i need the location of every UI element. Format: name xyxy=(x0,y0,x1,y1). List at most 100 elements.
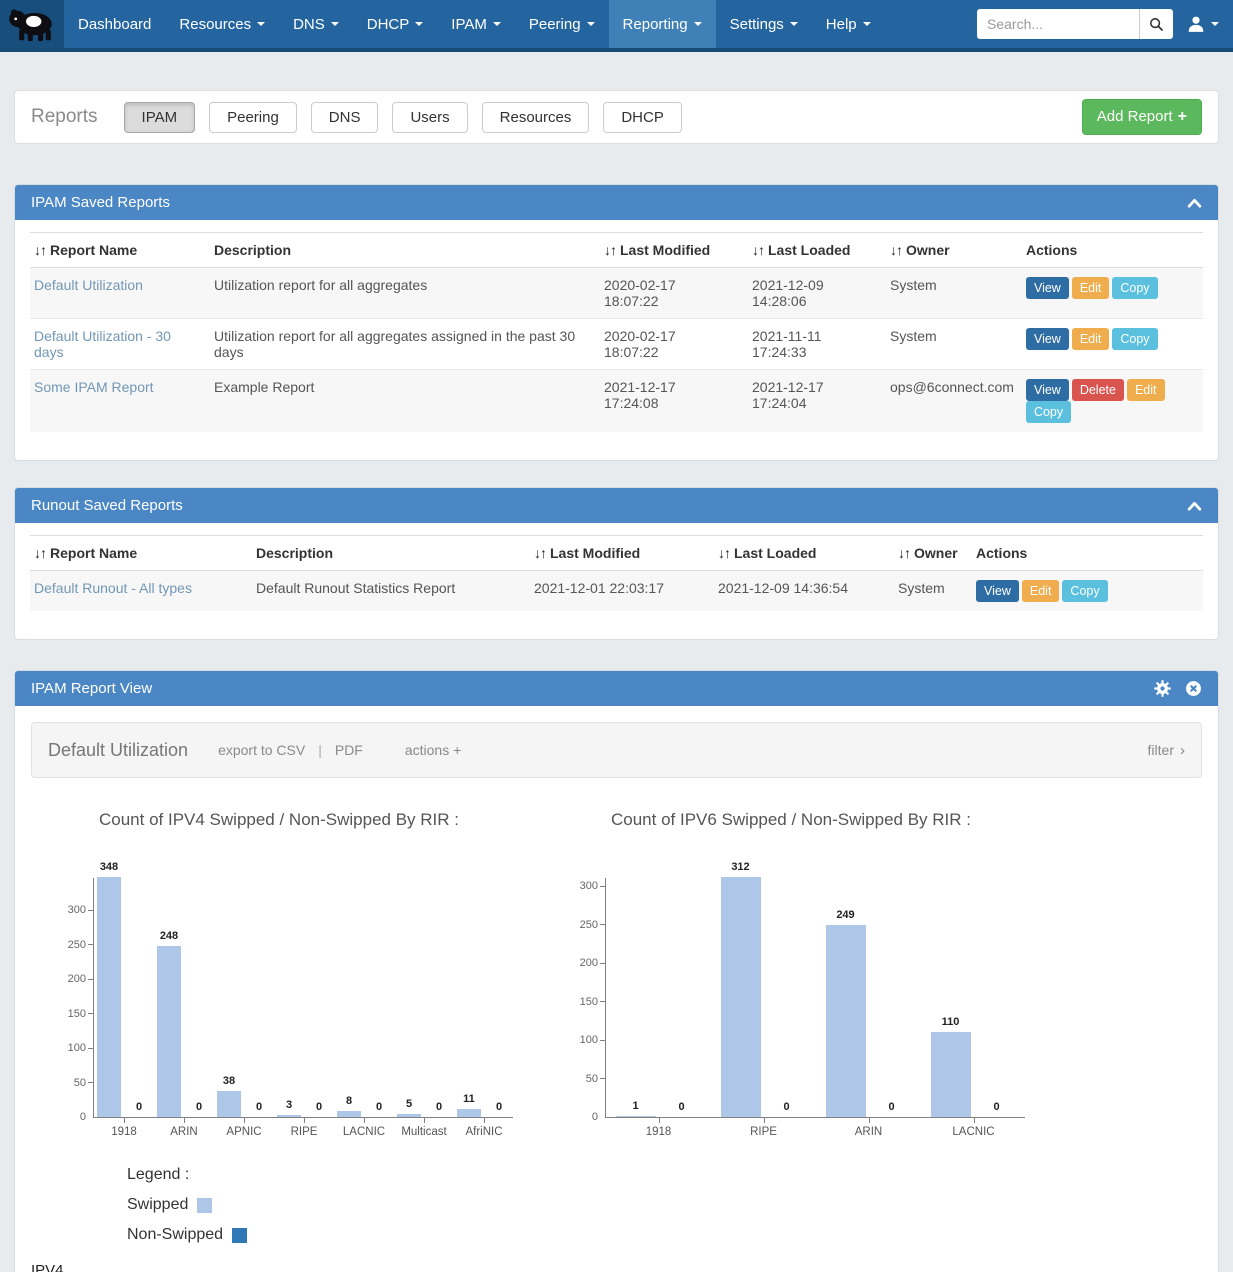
actions-cell: ViewEditCopy xyxy=(1022,319,1203,370)
bar-swipped-1918 xyxy=(616,1116,656,1117)
nav-item-ipam[interactable]: IPAM xyxy=(437,0,515,48)
edit-button[interactable]: Edit xyxy=(1022,580,1060,602)
column-header-owner[interactable]: ↓↑Owner xyxy=(886,233,1022,268)
search-input[interactable] xyxy=(977,9,1139,39)
report-link[interactable]: Default Utilization xyxy=(34,277,143,293)
runout-saved-reports-header: Runout Saved Reports xyxy=(15,488,1218,523)
x-axis-category-label: ARIN xyxy=(154,1126,214,1138)
copy-button[interactable]: Copy xyxy=(1026,401,1071,423)
bar-value-label: 0 xyxy=(117,1101,161,1113)
nav-item-peering[interactable]: Peering xyxy=(515,0,609,48)
report-tabs: IPAM Peering DNS Users Resources DHCP xyxy=(124,102,696,133)
nav-item-dhcp[interactable]: DHCP xyxy=(353,0,438,48)
add-report-label: Add Report xyxy=(1097,108,1173,125)
nav-item-label: Peering xyxy=(529,16,581,33)
export-pdf-link[interactable]: PDF xyxy=(335,742,363,758)
nav-item-resources[interactable]: Resources xyxy=(165,0,279,48)
view-button[interactable]: View xyxy=(1026,379,1069,401)
nav-item-label: DNS xyxy=(293,16,325,33)
column-header-report-name[interactable]: ↓↑Report Name xyxy=(30,536,252,571)
bar-swipped-1918 xyxy=(97,877,121,1117)
chevron-down-icon xyxy=(415,22,423,26)
bar-swipped-ripe xyxy=(721,877,761,1117)
bar-value-label: 0 xyxy=(757,1101,817,1113)
nav-item-dashboard[interactable]: Dashboard xyxy=(64,0,165,48)
column-label: Last Loaded xyxy=(768,242,850,258)
nav-item-dns[interactable]: DNS xyxy=(279,0,353,48)
report-link[interactable]: Some IPAM Report xyxy=(34,379,154,395)
copy-button[interactable]: Copy xyxy=(1112,277,1157,299)
export-csv-link[interactable]: export to CSV xyxy=(218,742,305,758)
column-header-actions: Actions xyxy=(1022,233,1203,268)
actions-cell: ViewEditCopy xyxy=(972,571,1203,612)
user-menu[interactable] xyxy=(1187,15,1219,33)
report-name: Default Utilization xyxy=(48,740,188,761)
tab-peering[interactable]: Peering xyxy=(209,102,297,133)
column-header-owner[interactable]: ↓↑Owner xyxy=(894,536,972,571)
add-report-button[interactable]: Add Report+ xyxy=(1082,99,1202,135)
y-axis-tick-label: 150 xyxy=(48,1008,86,1020)
column-header-last-loaded[interactable]: ↓↑Last Loaded xyxy=(748,233,886,268)
actions-menu[interactable]: actions + xyxy=(405,742,461,758)
tab-resources[interactable]: Resources xyxy=(482,102,590,133)
view-button[interactable]: View xyxy=(976,580,1019,602)
filter-toggle[interactable]: filter› xyxy=(1148,742,1185,759)
collapse-button[interactable] xyxy=(1187,500,1202,512)
chevron-down-icon xyxy=(863,22,871,26)
collapse-button[interactable] xyxy=(1187,197,1202,209)
ipam-report-view-header: IPAM Report View xyxy=(15,671,1218,706)
nav-item-label: DHCP xyxy=(367,16,410,33)
ipv4-chart: Count of IPV4 Swipped / Non-Swipped By R… xyxy=(45,796,513,1118)
y-axis-tick-mark xyxy=(88,944,93,945)
edit-button[interactable]: Edit xyxy=(1072,328,1110,350)
navbar-right xyxy=(977,0,1233,48)
report-link[interactable]: Default Runout - All types xyxy=(34,580,192,596)
x-axis-tick-mark xyxy=(244,1118,245,1123)
close-panel-button[interactable] xyxy=(1185,680,1202,697)
owner-cell: System xyxy=(886,319,1022,370)
tab-dhcp[interactable]: DHCP xyxy=(603,102,682,133)
x-axis-tick-mark xyxy=(974,1118,975,1123)
copy-button[interactable]: Copy xyxy=(1112,328,1157,350)
column-header-last-modified[interactable]: ↓↑Last Modified xyxy=(530,536,714,571)
y-axis-tick-label: 150 xyxy=(560,996,598,1008)
legend-item-non-swipped: Non-Swipped xyxy=(127,1220,1218,1250)
delete-button[interactable]: Delete xyxy=(1072,379,1124,401)
legend-title: Legend : xyxy=(127,1160,1218,1190)
column-header-last-modified[interactable]: ↓↑Last Modified xyxy=(600,233,748,268)
edit-button[interactable]: Edit xyxy=(1072,277,1110,299)
column-header-report-name[interactable]: ↓↑Report Name xyxy=(30,233,210,268)
column-header-last-loaded[interactable]: ↓↑Last Loaded xyxy=(714,536,894,571)
column-header-description: Description xyxy=(210,233,600,268)
actions-cell: ViewEditCopy xyxy=(1022,268,1203,319)
bar-value-label: 0 xyxy=(477,1101,521,1113)
view-button[interactable]: View xyxy=(1026,328,1069,350)
x-axis-category-label: Multicast xyxy=(394,1126,454,1138)
report-name-cell: Default Utilization - 30 days xyxy=(30,319,210,370)
bar-value-label: 0 xyxy=(967,1101,1027,1113)
tab-users[interactable]: Users xyxy=(392,102,467,133)
edit-button[interactable]: Edit xyxy=(1127,379,1165,401)
settings-button[interactable] xyxy=(1154,680,1171,697)
search-button[interactable] xyxy=(1139,9,1173,39)
nav-items: Dashboard Resources DNS DHCP IPAM Peering Repo… xyxy=(64,0,885,48)
tab-ipam[interactable]: IPAM xyxy=(124,102,196,133)
report-link[interactable]: Default Utilization - 30 days xyxy=(34,328,171,360)
tab-dns[interactable]: DNS xyxy=(311,102,379,133)
nav-item-reporting[interactable]: Reporting xyxy=(609,0,716,48)
view-button[interactable]: View xyxy=(1026,277,1069,299)
separator: | xyxy=(318,742,322,758)
app-logo[interactable] xyxy=(0,0,64,48)
panel-title: IPAM Saved Reports xyxy=(31,194,170,211)
column-label: Owner xyxy=(914,545,958,561)
nav-item-help[interactable]: Help xyxy=(812,0,885,48)
sort-icon: ↓↑ xyxy=(34,242,46,258)
nav-item-label: Dashboard xyxy=(78,16,151,33)
copy-button[interactable]: Copy xyxy=(1062,580,1107,602)
nav-item-settings[interactable]: Settings xyxy=(716,0,812,48)
column-header-description: Description xyxy=(252,536,530,571)
chevron-down-icon xyxy=(587,22,595,26)
column-label: Last Loaded xyxy=(734,545,816,561)
description-cell: Utilization report for all aggregates xyxy=(210,268,600,319)
description-cell: Default Runout Statistics Report xyxy=(252,571,530,612)
